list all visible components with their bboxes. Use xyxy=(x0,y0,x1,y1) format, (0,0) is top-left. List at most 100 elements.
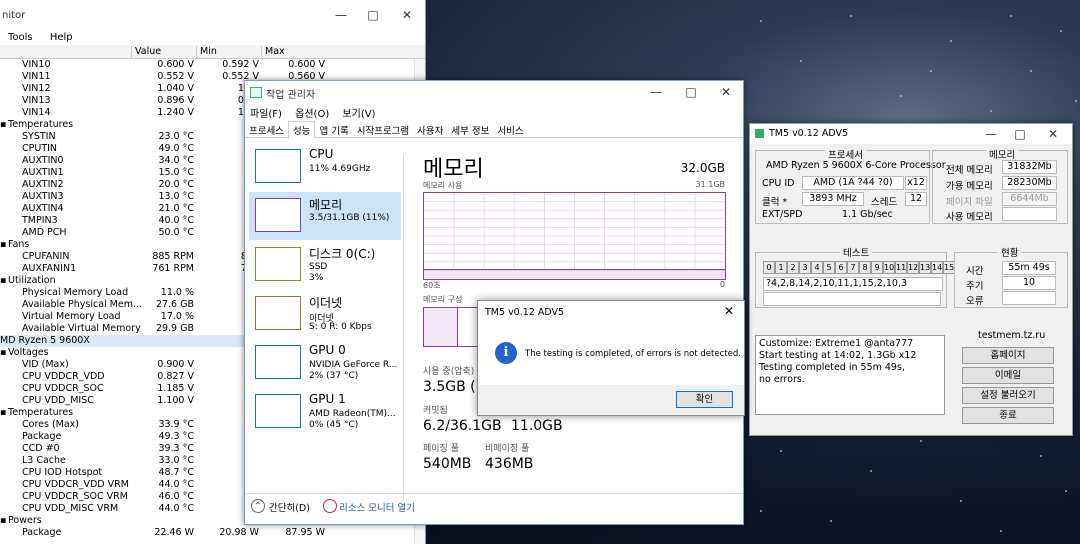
perf-item-2[interactable]: 디스크 0(C:) SSD 3% xyxy=(249,241,401,289)
memory-total: 32.0GB xyxy=(680,161,725,175)
sensor-name: L3 Cache xyxy=(22,455,66,466)
test-cell: 7 xyxy=(847,261,859,274)
page-file-field: 6644Mb xyxy=(1002,192,1057,206)
dialog-message: The testing is completed, of errors is n… xyxy=(525,349,741,359)
graph-axis-right: 0 xyxy=(719,280,725,289)
exit-button[interactable]: 종료 xyxy=(962,407,1054,424)
close-icon[interactable]: ✕ xyxy=(1038,123,1068,145)
sensor-row[interactable]: VIN10 0.600 V 0.592 V 0.600 V xyxy=(0,59,425,71)
perf-item-4[interactable]: GPU 0 NVIDIA GeForce R... 2% (37 °C) xyxy=(249,339,401,387)
sensor-value: 49.3 °C xyxy=(158,431,194,442)
group-icon: ▪ xyxy=(0,347,7,358)
column-max[interactable]: Max xyxy=(261,46,327,58)
ok-button[interactable]: 확인 xyxy=(676,391,733,408)
sensor-name: Physical Memory Load xyxy=(22,287,129,298)
log-line: Testing completed in 55m 49s, xyxy=(759,362,905,373)
maximize-icon[interactable]: □ xyxy=(358,4,388,26)
tab-details[interactable]: 세부 정보 xyxy=(447,122,493,138)
threads-label: 스레드 xyxy=(871,197,898,208)
close-icon[interactable]: ✕ xyxy=(711,81,741,103)
sensor-min: 20.98 W xyxy=(219,527,259,538)
menu-view[interactable]: 보기(V) xyxy=(342,109,375,120)
cycle-field: 10 xyxy=(1002,276,1056,290)
perf-item-5[interactable]: GPU 1 AMD Radeon(TM)... 0% (45 °C) xyxy=(249,388,401,436)
sensor-value: 1.100 V xyxy=(157,395,194,406)
menu-tools[interactable]: Tools xyxy=(8,32,33,43)
test-cell: 11 xyxy=(895,261,907,274)
available-memory-label: 가용 메모리 xyxy=(946,181,993,192)
tab-app-history[interactable]: 앱 기록 xyxy=(315,122,352,138)
tab-services[interactable]: 서비스 xyxy=(493,122,527,138)
tab-users[interactable]: 사용자 xyxy=(413,122,447,138)
column-value[interactable]: Value xyxy=(131,46,197,58)
memory-header: 메모리 xyxy=(986,147,1019,161)
perf-item-detail: 2% (37 °C) xyxy=(309,371,359,381)
test-cell: 5 xyxy=(823,261,835,274)
sensor-value: 46.0 °C xyxy=(158,491,194,502)
sensor-row[interactable]: Package 22.46 W 20.98 W 87.95 W xyxy=(0,527,425,539)
star-dot xyxy=(990,110,992,112)
perf-item-3[interactable]: 이더넷 이더넷 S: 0 R: 0 Kbps xyxy=(249,290,401,338)
column-min[interactable]: Min xyxy=(196,46,262,58)
perf-item-1[interactable]: 메모리 3.5/31.1GB (11%) xyxy=(249,192,401,240)
hwmonitor-titlebar: nitor — □ ✕ xyxy=(0,0,425,32)
close-icon[interactable]: ✕ xyxy=(392,4,422,26)
load-settings-button[interactable]: 설정 불러오기 xyxy=(962,387,1054,404)
star-dot xyxy=(930,70,932,72)
memory-usage-graph xyxy=(423,192,726,280)
fewer-details-link[interactable]: 간단히(D) xyxy=(269,500,310,514)
close-icon[interactable]: ✕ xyxy=(724,304,734,318)
sensor-name: CPU VDD_MISC xyxy=(22,395,94,406)
footer-divider xyxy=(245,493,743,494)
perf-item-detail: S: 0 R: 0 Kbps xyxy=(309,322,372,332)
paged-pool-value: 540MB xyxy=(423,456,472,472)
perf-item-detail: 0% (45 °C) xyxy=(309,420,359,430)
menu-help[interactable]: Help xyxy=(50,32,73,43)
minimize-icon[interactable]: — xyxy=(976,123,1006,145)
available-memory-field: 28230Mb xyxy=(1002,176,1057,190)
maximize-icon[interactable]: □ xyxy=(1005,123,1035,145)
email-button[interactable]: 이메일 xyxy=(962,367,1054,384)
perf-thumbnail xyxy=(255,345,301,379)
menu-file[interactable]: 파일(F) xyxy=(250,109,282,120)
perf-item-name: 디스크 0(C:) xyxy=(309,247,376,261)
tab-startup[interactable]: 시작프로그램 xyxy=(353,122,413,138)
maximize-icon[interactable]: □ xyxy=(676,81,706,103)
open-resource-monitor-link[interactable]: 리소스 모니터 열기 xyxy=(339,500,415,514)
sensor-name: TMPIN3 xyxy=(22,215,58,226)
in-use-value: 3.5GB (1 xyxy=(423,379,485,395)
memory-usage-label: 메모리 사용 xyxy=(423,181,463,190)
processor-name: AMD Ryzen 5 9600X 6-Core Processor xyxy=(766,160,946,171)
sensor-name: AUXTIN2 xyxy=(22,179,64,190)
perf-item-detail: 11% 4.69GHz xyxy=(309,164,371,174)
tm5-titlebar: TM5 v0.12 ADV5 — □ ✕ xyxy=(750,124,1072,144)
chevron-up-icon[interactable]: ⌃ xyxy=(251,499,265,513)
test-cell: 6 xyxy=(835,261,847,274)
page-file-label: 페이지 파일 xyxy=(946,197,993,208)
sensor-name: CCD #0 xyxy=(22,443,60,454)
hwmonitor-title: nitor xyxy=(2,10,26,21)
tab-processes[interactable]: 프로세스 xyxy=(245,122,288,138)
extspd-value: 1.1 Gb/sec xyxy=(842,209,893,220)
homepage-button[interactable]: 홈페이지 xyxy=(962,347,1054,364)
sensor-value: 50.0 °C xyxy=(158,227,194,238)
perf-item-0[interactable]: CPU 11% 4.69GHz xyxy=(249,143,401,191)
tm5-log: Customize: Extreme1 @anta777 Start testi… xyxy=(755,335,945,415)
info-icon: i xyxy=(495,342,517,364)
test-cell: 0 xyxy=(763,261,775,274)
menu-options[interactable]: 옵션(O) xyxy=(295,109,329,120)
sensor-name: Package xyxy=(22,431,62,442)
sensor-name: VIN12 xyxy=(22,83,51,94)
minimize-icon[interactable]: — xyxy=(326,4,356,26)
star-dot xyxy=(960,500,962,502)
perf-item-name: CPU xyxy=(309,147,334,161)
sensor-name: Fans xyxy=(8,239,30,250)
sensor-name: Virtual Memory Load xyxy=(22,311,121,322)
tab-performance[interactable]: 성능 xyxy=(287,121,316,139)
paged-pool-label: 페이징 풀 xyxy=(423,444,459,454)
sensor-value: 21.0 °C xyxy=(158,203,194,214)
sensor-name: Package xyxy=(22,527,62,538)
test-sequence-field: ?4,2,8,14,2,10,11,1,15,2,10,3 xyxy=(763,277,943,291)
minimize-icon[interactable]: — xyxy=(641,81,671,103)
test-cell: 13 xyxy=(919,261,931,274)
